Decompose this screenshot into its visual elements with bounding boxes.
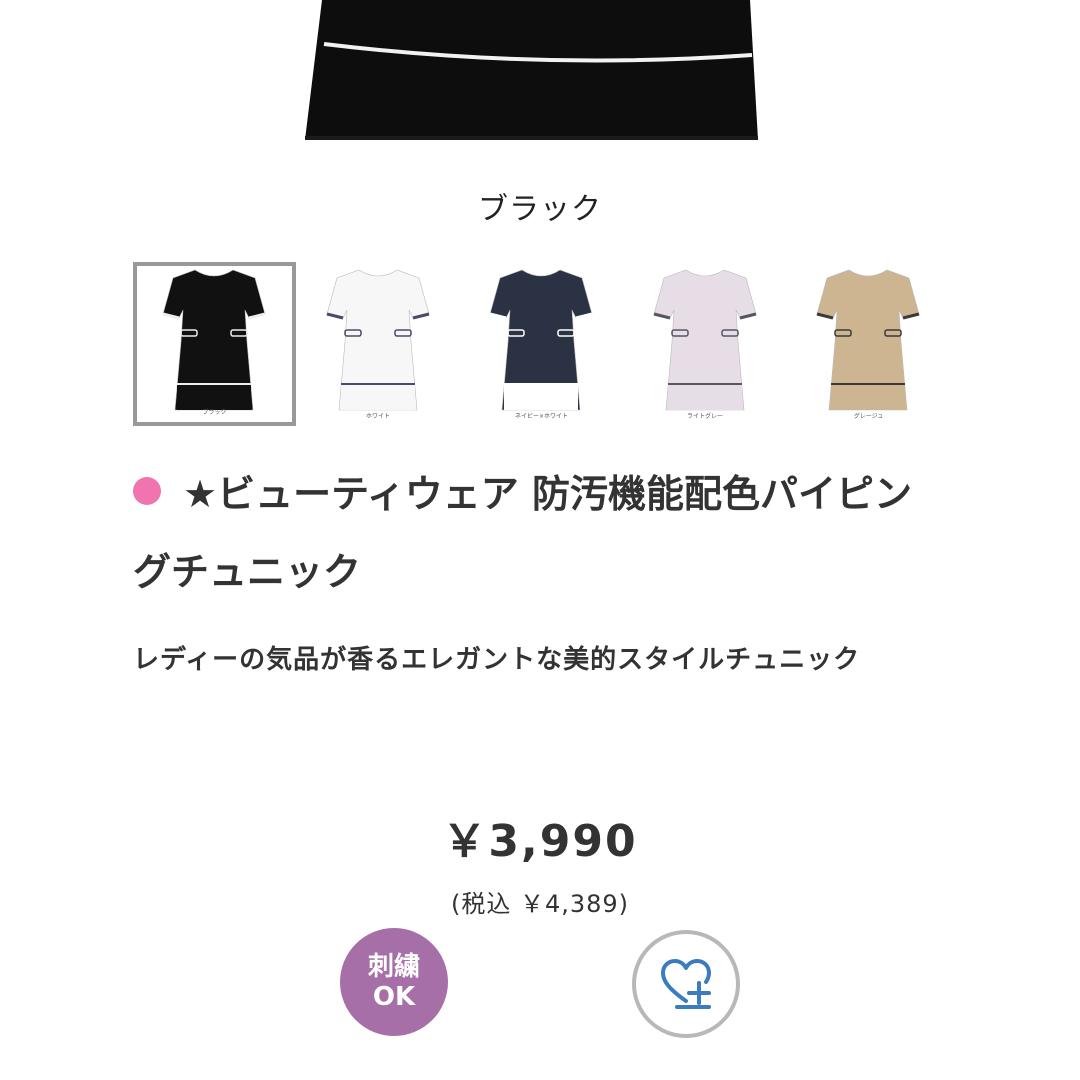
color-thumbnail-list: ブラックホワイト ネイビー×ホワイト ライトグレー グレージュ (133, 262, 953, 428)
tunic-thumbnail-image (816, 269, 920, 411)
product-title: ★ビューティウェア 防汚機能配色パイピングチュニック (133, 455, 933, 611)
color-thumbnail[interactable]: ブラック (133, 262, 296, 426)
tunic-thumbnail-image (326, 269, 429, 411)
badge-line2: OK (372, 982, 416, 1012)
title-bullet-icon (133, 477, 161, 505)
thumbnail-label: ホワイト (365, 413, 390, 420)
badge-line1: 刺繍 (367, 952, 420, 982)
product-main-image (0, 0, 1080, 150)
thumbnail-label: ネイビー×ホワイト (514, 413, 569, 420)
thumbnail-label: グレージュ (853, 413, 884, 420)
embroidery-ok-badge: 刺繍 OK (340, 928, 448, 1036)
thumbnail-label: ブラック (202, 409, 227, 416)
selected-color-label: ブラック (478, 192, 602, 227)
heart-plus-icon (661, 959, 711, 1009)
tunic-thumbnail-image (162, 269, 266, 411)
add-to-favorites-button[interactable] (632, 930, 740, 1038)
thumbnail-label: ライトグレー (686, 413, 723, 420)
product-price: ￥3,990 (442, 816, 638, 867)
color-thumbnail[interactable]: ネイビー×ホワイト (460, 262, 623, 426)
color-thumbnail[interactable]: グレージュ (787, 262, 950, 426)
product-title-text: ★ビューティウェア 防汚機能配色パイピングチュニック (133, 472, 913, 594)
color-thumbnail[interactable]: ライトグレー (624, 262, 787, 426)
product-description: レディーの気品が香るエレガントな美的スタイルチュニック (133, 645, 861, 675)
color-thumbnail[interactable]: ホワイト (297, 262, 460, 426)
tunic-thumbnail-image (489, 269, 593, 411)
product-price-tax: (税込 ￥4,389) (450, 890, 630, 918)
tunic-thumbnail-image (653, 269, 756, 411)
